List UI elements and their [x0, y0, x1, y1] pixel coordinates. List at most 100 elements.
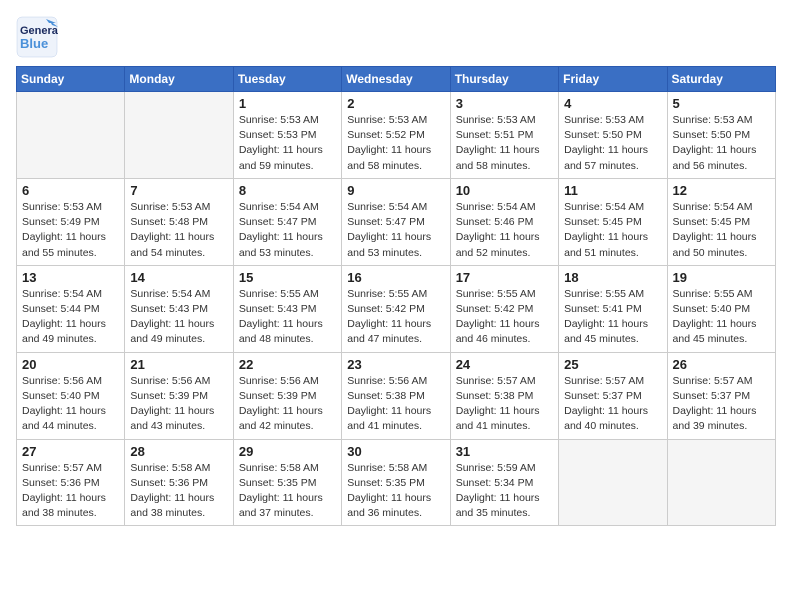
day-info: Sunrise: 5:57 AM Sunset: 5:37 PM Dayligh…	[564, 374, 661, 435]
calendar-cell: 8 Sunrise: 5:54 AM Sunset: 5:47 PM Daylig…	[233, 178, 341, 265]
calendar-table: SundayMondayTuesdayWednesdayThursdayFrid…	[16, 66, 776, 526]
calendar-cell: 2 Sunrise: 5:53 AM Sunset: 5:52 PM Daylig…	[342, 92, 450, 179]
page-header: General Blue	[16, 16, 776, 58]
day-info: Sunrise: 5:53 AM Sunset: 5:50 PM Dayligh…	[673, 113, 770, 174]
day-info: Sunrise: 5:56 AM Sunset: 5:39 PM Dayligh…	[130, 374, 227, 435]
day-info: Sunrise: 5:53 AM Sunset: 5:49 PM Dayligh…	[22, 200, 119, 261]
day-number: 18	[564, 270, 661, 285]
svg-text:Blue: Blue	[20, 36, 48, 51]
calendar-cell: 26 Sunrise: 5:57 AM Sunset: 5:37 PM Dayli…	[667, 352, 775, 439]
calendar-cell: 19 Sunrise: 5:55 AM Sunset: 5:40 PM Dayli…	[667, 265, 775, 352]
calendar-cell: 14 Sunrise: 5:54 AM Sunset: 5:43 PM Dayli…	[125, 265, 233, 352]
day-info: Sunrise: 5:54 AM Sunset: 5:45 PM Dayligh…	[673, 200, 770, 261]
calendar-week-row: 1 Sunrise: 5:53 AM Sunset: 5:53 PM Daylig…	[17, 92, 776, 179]
calendar-cell: 17 Sunrise: 5:55 AM Sunset: 5:42 PM Dayli…	[450, 265, 558, 352]
day-info: Sunrise: 5:54 AM Sunset: 5:43 PM Dayligh…	[130, 287, 227, 348]
day-number: 6	[22, 183, 119, 198]
calendar-cell: 24 Sunrise: 5:57 AM Sunset: 5:38 PM Dayli…	[450, 352, 558, 439]
day-number: 1	[239, 96, 336, 111]
day-info: Sunrise: 5:53 AM Sunset: 5:51 PM Dayligh…	[456, 113, 553, 174]
calendar-cell: 3 Sunrise: 5:53 AM Sunset: 5:51 PM Daylig…	[450, 92, 558, 179]
day-info: Sunrise: 5:53 AM Sunset: 5:48 PM Dayligh…	[130, 200, 227, 261]
day-info: Sunrise: 5:55 AM Sunset: 5:43 PM Dayligh…	[239, 287, 336, 348]
day-info: Sunrise: 5:53 AM Sunset: 5:53 PM Dayligh…	[239, 113, 336, 174]
day-info: Sunrise: 5:55 AM Sunset: 5:40 PM Dayligh…	[673, 287, 770, 348]
calendar-cell: 21Sunrise: 5:56 AM Sunset: 5:39 PM Dayli…	[125, 352, 233, 439]
day-number: 3	[456, 96, 553, 111]
calendar-cell: 10 Sunrise: 5:54 AM Sunset: 5:46 PM Dayli…	[450, 178, 558, 265]
day-info: Sunrise: 5:58 AM Sunset: 5:35 PM Dayligh…	[347, 461, 444, 522]
calendar-cell: 25 Sunrise: 5:57 AM Sunset: 5:37 PM Dayli…	[559, 352, 667, 439]
day-number: 17	[456, 270, 553, 285]
day-info: Sunrise: 5:54 AM Sunset: 5:46 PM Dayligh…	[456, 200, 553, 261]
day-number: 4	[564, 96, 661, 111]
day-number: 22	[239, 357, 336, 372]
day-number: 20	[22, 357, 119, 372]
day-number: 29	[239, 444, 336, 459]
calendar-cell: 7Sunrise: 5:53 AM Sunset: 5:48 PM Daylig…	[125, 178, 233, 265]
calendar-cell: 12 Sunrise: 5:54 AM Sunset: 5:45 PM Dayli…	[667, 178, 775, 265]
day-number: 14	[130, 270, 227, 285]
calendar-cell: 9 Sunrise: 5:54 AM Sunset: 5:47 PM Daylig…	[342, 178, 450, 265]
calendar-week-row: 6 Sunrise: 5:53 AM Sunset: 5:49 PM Daylig…	[17, 178, 776, 265]
day-number: 28	[130, 444, 227, 459]
day-info: Sunrise: 5:56 AM Sunset: 5:39 PM Dayligh…	[239, 374, 336, 435]
weekday-header: Tuesday	[233, 67, 341, 92]
day-number: 2	[347, 96, 444, 111]
calendar-cell: 18 Sunrise: 5:55 AM Sunset: 5:41 PM Dayli…	[559, 265, 667, 352]
day-number: 11	[564, 183, 661, 198]
day-number: 19	[673, 270, 770, 285]
day-number: 12	[673, 183, 770, 198]
day-number: 13	[22, 270, 119, 285]
day-number: 15	[239, 270, 336, 285]
calendar-cell: 28 Sunrise: 5:58 AM Sunset: 5:36 PM Dayli…	[125, 439, 233, 526]
day-info: Sunrise: 5:54 AM Sunset: 5:47 PM Dayligh…	[239, 200, 336, 261]
day-info: Sunrise: 5:55 AM Sunset: 5:41 PM Dayligh…	[564, 287, 661, 348]
calendar-cell: 27 Sunrise: 5:57 AM Sunset: 5:36 PM Dayli…	[17, 439, 125, 526]
day-info: Sunrise: 5:53 AM Sunset: 5:50 PM Dayligh…	[564, 113, 661, 174]
day-info: Sunrise: 5:54 AM Sunset: 5:45 PM Dayligh…	[564, 200, 661, 261]
calendar-cell: 16 Sunrise: 5:55 AM Sunset: 5:42 PM Dayli…	[342, 265, 450, 352]
day-info: Sunrise: 5:57 AM Sunset: 5:38 PM Dayligh…	[456, 374, 553, 435]
day-number: 10	[456, 183, 553, 198]
calendar-cell	[667, 439, 775, 526]
calendar-cell: 31Sunrise: 5:59 AM Sunset: 5:34 PM Dayli…	[450, 439, 558, 526]
calendar-cell: 30 Sunrise: 5:58 AM Sunset: 5:35 PM Dayli…	[342, 439, 450, 526]
day-number: 26	[673, 357, 770, 372]
day-info: Sunrise: 5:55 AM Sunset: 5:42 PM Dayligh…	[456, 287, 553, 348]
day-info: Sunrise: 5:53 AM Sunset: 5:52 PM Dayligh…	[347, 113, 444, 174]
calendar-cell: 20Sunrise: 5:56 AM Sunset: 5:40 PM Dayli…	[17, 352, 125, 439]
logo-svg: General Blue	[16, 16, 58, 58]
day-info: Sunrise: 5:54 AM Sunset: 5:47 PM Dayligh…	[347, 200, 444, 261]
day-number: 16	[347, 270, 444, 285]
day-info: Sunrise: 5:58 AM Sunset: 5:36 PM Dayligh…	[130, 461, 227, 522]
day-info: Sunrise: 5:59 AM Sunset: 5:34 PM Dayligh…	[456, 461, 553, 522]
day-number: 27	[22, 444, 119, 459]
day-info: Sunrise: 5:54 AM Sunset: 5:44 PM Dayligh…	[22, 287, 119, 348]
day-number: 8	[239, 183, 336, 198]
calendar-cell: 6 Sunrise: 5:53 AM Sunset: 5:49 PM Daylig…	[17, 178, 125, 265]
weekday-header: Saturday	[667, 67, 775, 92]
calendar-cell: 5 Sunrise: 5:53 AM Sunset: 5:50 PM Daylig…	[667, 92, 775, 179]
calendar-week-row: 13 Sunrise: 5:54 AM Sunset: 5:44 PM Dayli…	[17, 265, 776, 352]
day-info: Sunrise: 5:55 AM Sunset: 5:42 PM Dayligh…	[347, 287, 444, 348]
day-number: 9	[347, 183, 444, 198]
day-info: Sunrise: 5:57 AM Sunset: 5:36 PM Dayligh…	[22, 461, 119, 522]
day-info: Sunrise: 5:57 AM Sunset: 5:37 PM Dayligh…	[673, 374, 770, 435]
day-info: Sunrise: 5:58 AM Sunset: 5:35 PM Dayligh…	[239, 461, 336, 522]
calendar-cell: 4 Sunrise: 5:53 AM Sunset: 5:50 PM Daylig…	[559, 92, 667, 179]
calendar-cell: 13 Sunrise: 5:54 AM Sunset: 5:44 PM Dayli…	[17, 265, 125, 352]
weekday-header: Thursday	[450, 67, 558, 92]
day-number: 30	[347, 444, 444, 459]
logo-container: General Blue	[16, 16, 58, 58]
day-number: 23	[347, 357, 444, 372]
day-number: 5	[673, 96, 770, 111]
calendar-week-row: 20Sunrise: 5:56 AM Sunset: 5:40 PM Dayli…	[17, 352, 776, 439]
weekday-header: Sunday	[17, 67, 125, 92]
day-number: 24	[456, 357, 553, 372]
calendar-header-row: SundayMondayTuesdayWednesdayThursdayFrid…	[17, 67, 776, 92]
day-number: 25	[564, 357, 661, 372]
calendar-cell	[17, 92, 125, 179]
calendar-week-row: 27 Sunrise: 5:57 AM Sunset: 5:36 PM Dayli…	[17, 439, 776, 526]
weekday-header: Monday	[125, 67, 233, 92]
